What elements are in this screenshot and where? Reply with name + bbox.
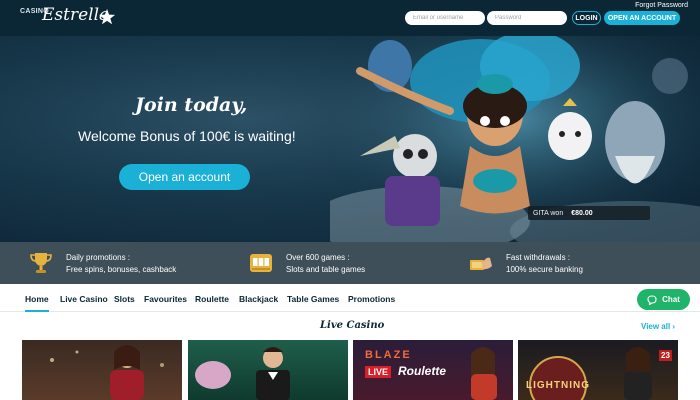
recent-win-badge: GITA won €80.00 [528,206,650,220]
casino-estrella-logo[interactable]: CASINO Estrella [20,5,120,31]
chat-label: Chat [662,295,680,304]
main-nav: Home Live Casino Slots Favourites Roulet… [0,284,700,312]
password-input[interactable] [487,11,567,25]
star-icon [98,8,116,25]
dealer-thumbnail [195,347,290,400]
live-game-tile[interactable] [188,340,348,400]
live-game-tile[interactable]: BLAZE LIVE Roulette [353,340,513,400]
feature-desc: 100% secure banking [506,265,583,274]
feature-title: Over 600 games : [286,253,350,262]
top-header: CASINO Estrella Forgot Password LOGIN OP… [0,0,700,36]
view-all-link[interactable]: View all › [641,322,675,331]
open-account-header-button[interactable]: OPEN AN ACCOUNT [604,11,680,25]
lightning-label: LIGHTNING [526,380,590,391]
live-badge: LIVE [365,366,392,378]
feature-title: Daily promotions : [66,253,131,262]
nav-table-games[interactable]: Table Games [287,294,339,304]
slot-machine-icon [250,254,272,272]
roulette-label: Roulette [398,364,446,378]
feature-title: Fast withdrawals : [506,253,571,262]
live-game-tile[interactable]: LIGHTNING 23 [518,340,678,400]
nav-live-casino[interactable]: Live Casino [60,294,108,304]
hero-title: Join today, [135,94,248,116]
feature-desc: Slots and table games [286,265,366,274]
forgot-password-link[interactable]: Forgot Password [635,2,688,9]
login-button[interactable]: LOGIN [572,11,601,25]
nav-promotions[interactable]: Promotions [348,294,395,304]
nav-slots[interactable]: Slots [114,294,135,304]
view-all-label: View all [641,322,671,331]
blaze-label: BLAZE [365,349,412,361]
win-user: GITA won [533,209,564,217]
email-username-input[interactable] [405,11,485,25]
live-casino-title: Live Casino [320,320,385,331]
hand-cash-icon [470,257,492,270]
chat-button[interactable]: Chat [637,289,690,310]
dealer-thumbnail [50,345,164,400]
live-game-tile[interactable] [22,340,182,400]
hero-subtitle: Welcome Bonus of 100€ is waiting! [78,128,296,144]
hero-banner: Join today, Welcome Bonus of 100€ is wai… [0,36,700,242]
nav-blackjack[interactable]: Blackjack [239,294,278,304]
trophy-icon [30,253,52,273]
win-amount: €80.00 [571,209,593,217]
chat-bubble-icon [647,294,657,305]
feature-desc: Free spins, bonuses, cashback [66,265,177,274]
nav-roulette[interactable]: Roulette [195,294,229,304]
open-account-hero-button[interactable]: Open an account [119,164,250,190]
roulette-number: 23 [659,350,672,361]
nav-favourites[interactable]: Favourites [144,294,187,304]
nav-home[interactable]: Home [25,294,49,312]
dealer-thumbnail [529,347,652,400]
features-strip: Daily promotions : Free spins, bonuses, … [0,242,700,284]
